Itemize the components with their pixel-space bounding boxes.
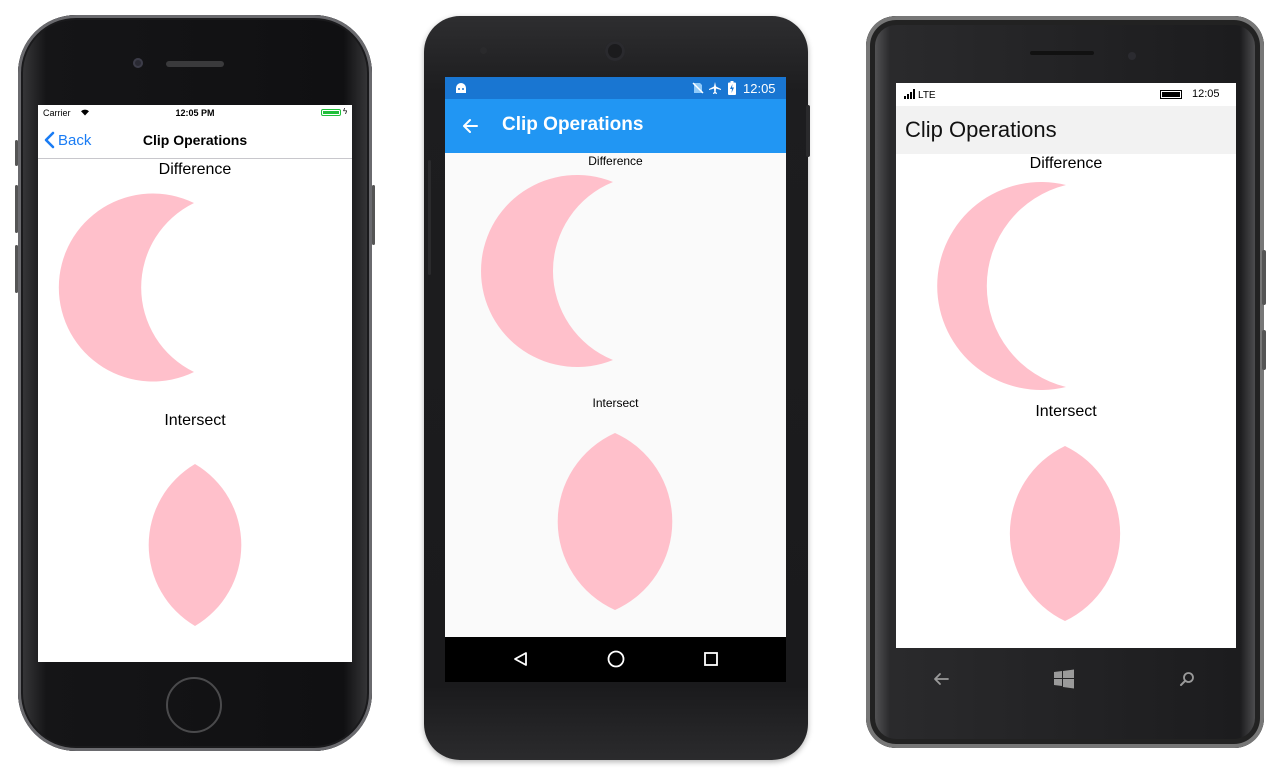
ios-status-bar: Carrier 12:05 PM ϟ: [38, 105, 352, 121]
page-title: Clip Operations: [142, 132, 248, 148]
iphone-volume-down: [15, 245, 18, 293]
iphone-mute-switch: [15, 140, 18, 166]
arrow-back-icon[interactable]: [461, 117, 479, 135]
android-camera: [605, 41, 625, 61]
iphone-camera: [133, 58, 143, 68]
difference-shape: [58, 193, 195, 382]
intersect-shape: [557, 433, 673, 610]
difference-label: Difference: [588, 154, 643, 168]
battery-charging-icon: [728, 81, 736, 95]
android-robot-icon: [456, 83, 466, 93]
android-screen: 12:05 Clip Operations Difference Interse…: [445, 77, 786, 682]
android-power-button: [806, 105, 810, 157]
iphone-volume-up: [15, 185, 18, 233]
nav-home-icon[interactable]: [607, 650, 625, 668]
wp-back-icon[interactable]: [932, 671, 950, 687]
intersect-label: Intersect: [1035, 403, 1097, 420]
android-volume-rocker: [428, 160, 431, 275]
battery-icon: [1160, 90, 1182, 99]
nav-recents-icon[interactable]: [703, 651, 719, 667]
winphone-camera: [1128, 52, 1136, 60]
signal-strength-icon: [904, 89, 915, 99]
page-title: Clip Operations: [502, 114, 644, 135]
winphone-speaker: [1030, 51, 1094, 55]
ios-screen: Carrier 12:05 PM ϟ Back Clip Operations …: [38, 105, 352, 662]
android-sensor: [480, 47, 487, 54]
difference-shape: [937, 182, 1066, 390]
windows-start-icon[interactable]: [1053, 669, 1075, 689]
wp-search-icon[interactable]: [1179, 671, 1195, 687]
winphone-time: 12:05: [1192, 88, 1220, 100]
winphone-volume-button: [1262, 250, 1266, 305]
battery-icon: [321, 109, 341, 116]
airplane-mode-icon: [709, 82, 721, 94]
nav-back-icon[interactable]: [512, 651, 528, 667]
winphone-header: Clip Operations: [896, 106, 1236, 154]
no-sim-icon: [692, 82, 704, 94]
iphone-speaker: [166, 61, 224, 67]
ios-time: 12:05 PM: [175, 108, 215, 118]
network-type: LTE: [918, 90, 936, 101]
ios-navigation-bar: Back Clip Operations: [38, 121, 352, 159]
intersect-label: Intersect: [164, 412, 226, 429]
iphone-home-button[interactable]: [166, 677, 222, 733]
android-navigation-bar: [445, 637, 786, 682]
winphone-status-bar: LTE 12:05: [896, 83, 1236, 106]
charging-icon: ϟ: [343, 107, 348, 116]
page-title: Clip Operations: [905, 117, 1057, 142]
android-time: 12:05: [743, 81, 776, 96]
intersect-shape: [1009, 446, 1121, 621]
winphone-screen: LTE 12:05 Clip Operations Difference Int…: [896, 83, 1236, 648]
android-status-bar: 12:05: [445, 77, 786, 99]
android-toolbar: Clip Operations: [445, 99, 786, 153]
difference-label: Difference: [158, 161, 232, 178]
difference-label: Difference: [1029, 155, 1103, 172]
winphone-power-button: [1262, 330, 1266, 370]
intersect-label: Intersect: [592, 396, 639, 410]
iphone-power-button: [372, 185, 375, 245]
difference-shape: [481, 175, 613, 367]
intersect-shape: [148, 464, 242, 626]
